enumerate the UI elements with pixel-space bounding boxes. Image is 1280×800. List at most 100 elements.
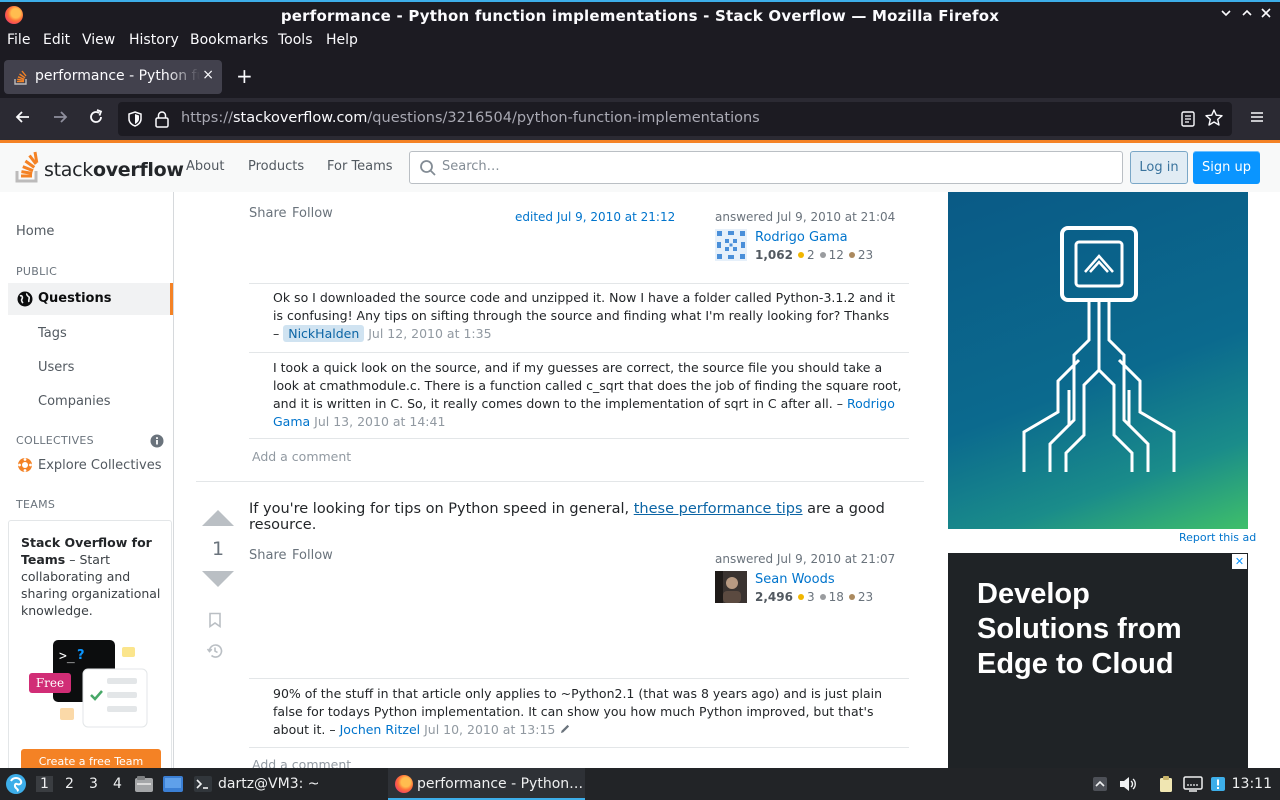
application-launcher-icon[interactable] bbox=[5, 773, 27, 795]
clipboard-icon[interactable] bbox=[1157, 775, 1175, 793]
site-search[interactable] bbox=[409, 151, 1123, 184]
menu-tools[interactable]: Tools bbox=[278, 32, 313, 48]
tab-close-icon[interactable]: × bbox=[202, 67, 214, 83]
workspace-3[interactable]: 3 bbox=[89, 776, 98, 792]
nav-products[interactable]: Products bbox=[248, 159, 304, 174]
workspace-4[interactable]: 4 bbox=[113, 776, 122, 792]
system-clock[interactable]: 13:11 bbox=[1232, 776, 1272, 792]
minimize-button[interactable] bbox=[1218, 7, 1234, 23]
reputation-score: 1,062 bbox=[755, 248, 793, 262]
upvote-button[interactable] bbox=[202, 510, 234, 526]
forward-button[interactable] bbox=[49, 108, 71, 130]
show-desktop-icon[interactable] bbox=[162, 775, 184, 793]
add-comment-link[interactable]: Add a comment bbox=[252, 449, 351, 464]
silver-badge-icon bbox=[819, 594, 826, 600]
share-link[interactable]: Share bbox=[249, 548, 287, 563]
sidebar-item-companies[interactable]: Companies bbox=[38, 394, 111, 409]
address-bar[interactable]: https://stackoverflow.com/questions/3216… bbox=[118, 102, 1232, 136]
avatar[interactable] bbox=[715, 571, 747, 603]
tab-stackoverflow[interactable]: performance - Python function implementa… bbox=[4, 60, 222, 94]
hamburger-menu-icon[interactable] bbox=[1248, 108, 1266, 126]
menu-file[interactable]: File bbox=[7, 32, 30, 48]
edited-link[interactable]: edited Jul 9, 2010 at 21:12 bbox=[515, 210, 675, 224]
taskbar-terminal[interactable]: dartz@VM3: ~ bbox=[188, 768, 378, 800]
new-tab-button[interactable]: + bbox=[236, 66, 253, 86]
silver-badge-icon bbox=[819, 252, 826, 258]
comment-text: Ok so I downloaded the source code and u… bbox=[273, 290, 896, 323]
report-ad-link[interactable]: Report this ad bbox=[1179, 531, 1256, 544]
comment-user-link[interactable]: NickHalden bbox=[283, 325, 365, 342]
svg-text:>_: >_ bbox=[59, 649, 75, 664]
share-link[interactable]: Share bbox=[249, 206, 287, 221]
teams-promo-text: Stack Overflow for Teams – Start collabo… bbox=[21, 534, 161, 619]
comment: I took a quick look on the source, and i… bbox=[273, 359, 909, 431]
bronze-badge-icon bbox=[848, 252, 855, 258]
bookmark-star-icon[interactable] bbox=[1204, 108, 1224, 128]
sidebar-item-users[interactable]: Users bbox=[38, 360, 74, 375]
menu-view[interactable]: View bbox=[82, 32, 115, 48]
follow-link[interactable]: Follow bbox=[292, 206, 333, 221]
silver-badge-count: 12 bbox=[828, 248, 844, 262]
reader-view-icon[interactable] bbox=[1180, 110, 1196, 128]
sidebar-item-questions[interactable]: Questions bbox=[8, 283, 173, 315]
tray-expand-icon[interactable] bbox=[1092, 776, 1108, 792]
edit-pencil-icon[interactable] bbox=[559, 723, 571, 735]
nav-for-teams[interactable]: For Teams bbox=[327, 159, 393, 174]
url-text[interactable]: https://stackoverflow.com/questions/3216… bbox=[181, 110, 760, 126]
comment-user-link[interactable]: Jochen Ritzel bbox=[340, 722, 421, 737]
sidebar-item-home[interactable]: Home bbox=[16, 224, 54, 239]
add-comment-link[interactable]: Add a comment bbox=[252, 757, 351, 768]
bookmark-icon[interactable] bbox=[208, 612, 222, 628]
timeline-history-icon[interactable] bbox=[206, 642, 224, 660]
workspace-2[interactable]: 2 bbox=[65, 776, 74, 792]
taskbar-terminal-label: dartz@VM3: ~ bbox=[218, 776, 320, 792]
volume-icon[interactable] bbox=[1119, 776, 1137, 792]
question-main-content: Share Follow edited Jul 9, 2010 at 21:12… bbox=[174, 192, 940, 768]
menu-bookmarks[interactable]: Bookmarks bbox=[190, 32, 268, 48]
gold-badge-icon bbox=[797, 252, 804, 258]
performance-tips-link[interactable]: these performance tips bbox=[634, 501, 803, 517]
workspace-1[interactable]: 1 bbox=[36, 776, 53, 792]
user-reputation: 2,496 3 18 23 bbox=[755, 590, 873, 604]
network-icon[interactable] bbox=[1183, 776, 1203, 792]
reload-button[interactable] bbox=[85, 108, 107, 130]
logo-word-stack: stack bbox=[44, 159, 93, 181]
padlock-icon[interactable] bbox=[154, 110, 170, 128]
nav-about[interactable]: About bbox=[186, 159, 224, 174]
divider bbox=[249, 283, 909, 284]
menu-history[interactable]: History bbox=[129, 32, 179, 48]
menu-help[interactable]: Help bbox=[326, 32, 358, 48]
answer-author-link[interactable]: Sean Woods bbox=[755, 572, 835, 587]
sidebar-item-tags[interactable]: Tags bbox=[38, 326, 67, 341]
close-window-button[interactable] bbox=[1258, 7, 1274, 23]
stackoverflow-favicon-icon bbox=[14, 70, 27, 85]
info-icon[interactable] bbox=[150, 434, 164, 448]
divider bbox=[249, 438, 909, 439]
follow-link[interactable]: Follow bbox=[292, 548, 333, 563]
vote-count: 1 bbox=[211, 538, 225, 560]
advertisement-banner[interactable] bbox=[948, 192, 1248, 529]
comment-date: Jul 13, 2010 at 14:41 bbox=[314, 414, 446, 429]
site-header: stackoverflow About Products For Teams L… bbox=[0, 140, 1280, 192]
back-button[interactable] bbox=[12, 108, 34, 130]
ad-close-icon[interactable]: ✕ bbox=[1232, 554, 1247, 569]
search-input[interactable] bbox=[442, 159, 1102, 174]
tracking-protection-shield-icon[interactable] bbox=[126, 110, 144, 128]
file-manager-icon[interactable] bbox=[134, 775, 154, 793]
advertisement-banner[interactable]: Develop Solutions from Edge to Cloud ✕ bbox=[948, 553, 1248, 768]
notifications-icon[interactable] bbox=[1210, 776, 1226, 792]
signup-button[interactable]: Sign up bbox=[1193, 151, 1260, 184]
maximize-button[interactable] bbox=[1239, 7, 1255, 23]
taskbar-firefox[interactable]: performance - Python… bbox=[388, 768, 585, 800]
answer-author-link[interactable]: Rodrigo Gama bbox=[755, 230, 848, 245]
comment: 90% of the stuff in that article only ap… bbox=[273, 685, 909, 739]
downvote-button[interactable] bbox=[202, 571, 234, 587]
create-team-button[interactable]: Create a free Team bbox=[21, 749, 161, 768]
taskbar-firefox-label: performance - Python… bbox=[417, 776, 584, 792]
url-host: stackoverflow.com bbox=[232, 110, 368, 126]
login-button[interactable]: Log in bbox=[1130, 151, 1188, 184]
answer-body-text: If you're looking for tips on Python spe… bbox=[249, 501, 634, 517]
sidebar-item-explore-collectives[interactable]: Explore Collectives bbox=[38, 458, 162, 473]
menu-edit[interactable]: Edit bbox=[43, 32, 70, 48]
avatar[interactable] bbox=[715, 229, 747, 261]
